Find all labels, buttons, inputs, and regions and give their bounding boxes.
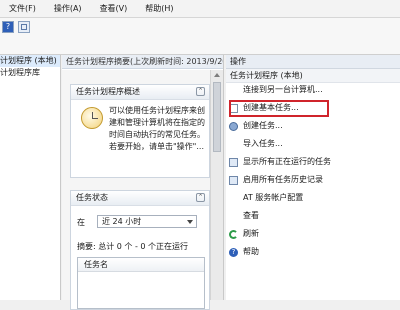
running-tasks-icon bbox=[229, 158, 238, 167]
console-tree: 计划程序 (本地) 计划程序库 bbox=[0, 55, 61, 300]
overview-section-header[interactable]: 任务计划程序概述 ⌃ bbox=[71, 85, 209, 100]
show-hide-console-tree-icon[interactable] bbox=[18, 21, 30, 33]
action-label: 帮助 bbox=[243, 247, 259, 256]
task-status-section: 任务状态 ⌃ 在 近 24 小时 摘要: 总计 0 个 - 0 个正在运行 任务… bbox=[70, 190, 210, 310]
action-import-task[interactable]: 导入任务... bbox=[226, 137, 400, 151]
time-filter: 在 近 24 小时 bbox=[77, 215, 203, 229]
help-icon[interactable]: ? bbox=[2, 21, 14, 33]
action-create-task[interactable]: 创建任务... bbox=[226, 119, 400, 133]
import-icon bbox=[229, 140, 238, 149]
filter-label: 在 bbox=[77, 218, 85, 227]
action-label: 连接到另一台计算机... bbox=[243, 85, 323, 94]
overview-section: 任务计划程序概述 ⌃ 可以使用任务计划程序来创建和管理计算机将在指定的时间自动执… bbox=[70, 84, 210, 178]
clock-icon bbox=[81, 107, 103, 129]
action-label: AT 服务帐户配置 bbox=[243, 193, 304, 202]
computer-icon bbox=[229, 86, 238, 95]
tree-item-scheduler-library[interactable]: 计划程序库 bbox=[0, 67, 60, 79]
column-header-task-name[interactable]: 任务名 bbox=[78, 258, 204, 272]
summary-pane: 任务计划程序摘要(上次刷新时间: 2013/9/20 任务计划程序概述 ⌃ 可以… bbox=[62, 55, 224, 310]
action-connect-computer[interactable]: 连接到另一台计算机... bbox=[226, 83, 400, 97]
action-refresh[interactable]: 刷新 bbox=[226, 227, 400, 241]
task-table: 任务名 bbox=[77, 257, 205, 309]
collapse-icon[interactable]: ⌃ bbox=[196, 87, 205, 96]
actions-subtitle[interactable]: 任务计划程序 (本地) bbox=[226, 69, 400, 83]
menu-bar: 文件(F) 操作(A) 查看(V) 帮助(H) bbox=[0, 0, 400, 18]
menu-action[interactable]: 操作(A) bbox=[45, 3, 91, 14]
menu-file[interactable]: 文件(F) bbox=[0, 3, 45, 14]
collapse-icon[interactable]: ⌃ bbox=[196, 193, 205, 202]
history-icon bbox=[229, 176, 238, 185]
overview-title: 任务计划程序概述 bbox=[76, 87, 140, 96]
menu-view[interactable]: 查看(V) bbox=[91, 3, 137, 14]
task-status-header[interactable]: 任务状态 ⌃ bbox=[71, 191, 209, 206]
task-status-title: 任务状态 bbox=[76, 193, 108, 202]
action-label: 显示所有正在运行的任务 bbox=[243, 157, 331, 166]
action-show-running-tasks[interactable]: 显示所有正在运行的任务 bbox=[226, 155, 400, 169]
action-label: 创建任务... bbox=[243, 121, 283, 130]
action-enable-history[interactable]: 启用所有任务历史记录 bbox=[226, 173, 400, 187]
action-label: 查看 bbox=[243, 211, 259, 220]
action-at-service-config[interactable]: AT 服务帐户配置 bbox=[226, 191, 400, 205]
action-help[interactable]: ? 帮助 bbox=[226, 245, 400, 259]
summary-scrollbar[interactable] bbox=[210, 70, 223, 300]
task-icon bbox=[229, 122, 238, 131]
highlight-box bbox=[229, 100, 329, 117]
tree-item-scheduler-local[interactable]: 计划程序 (本地) bbox=[0, 55, 60, 67]
time-range-select[interactable]: 近 24 小时 bbox=[97, 215, 197, 228]
status-summary: 摘要: 总计 0 个 - 0 个正在运行 bbox=[77, 242, 189, 251]
time-range-value: 近 24 小时 bbox=[102, 217, 142, 226]
refresh-icon bbox=[229, 230, 238, 239]
scroll-thumb[interactable] bbox=[213, 82, 221, 152]
chevron-down-icon bbox=[187, 220, 193, 224]
actions-pane: 操作 任务计划程序 (本地) 连接到另一台计算机... 创建基本任务... 创建… bbox=[226, 55, 400, 300]
action-label: 启用所有任务历史记录 bbox=[243, 175, 323, 184]
help-icon: ? bbox=[229, 248, 238, 257]
action-label: 导入任务... bbox=[243, 139, 283, 148]
actions-title: 操作 bbox=[226, 55, 400, 69]
summary-header: 任务计划程序摘要(上次刷新时间: 2013/9/20 bbox=[62, 55, 223, 69]
toolbar bbox=[0, 18, 400, 55]
scroll-up-icon[interactable] bbox=[214, 73, 220, 77]
action-view[interactable]: 查看 bbox=[226, 209, 400, 223]
action-label: 刷新 bbox=[243, 229, 259, 238]
menu-help[interactable]: 帮助(H) bbox=[136, 3, 182, 14]
overview-text: 可以使用任务计划程序来创建和管理计算机将在指定的时间自动执行的常见任务。若要开始… bbox=[109, 106, 205, 151]
summary-body: 任务计划程序概述 ⌃ 可以使用任务计划程序来创建和管理计算机将在指定的时间自动执… bbox=[62, 70, 210, 310]
